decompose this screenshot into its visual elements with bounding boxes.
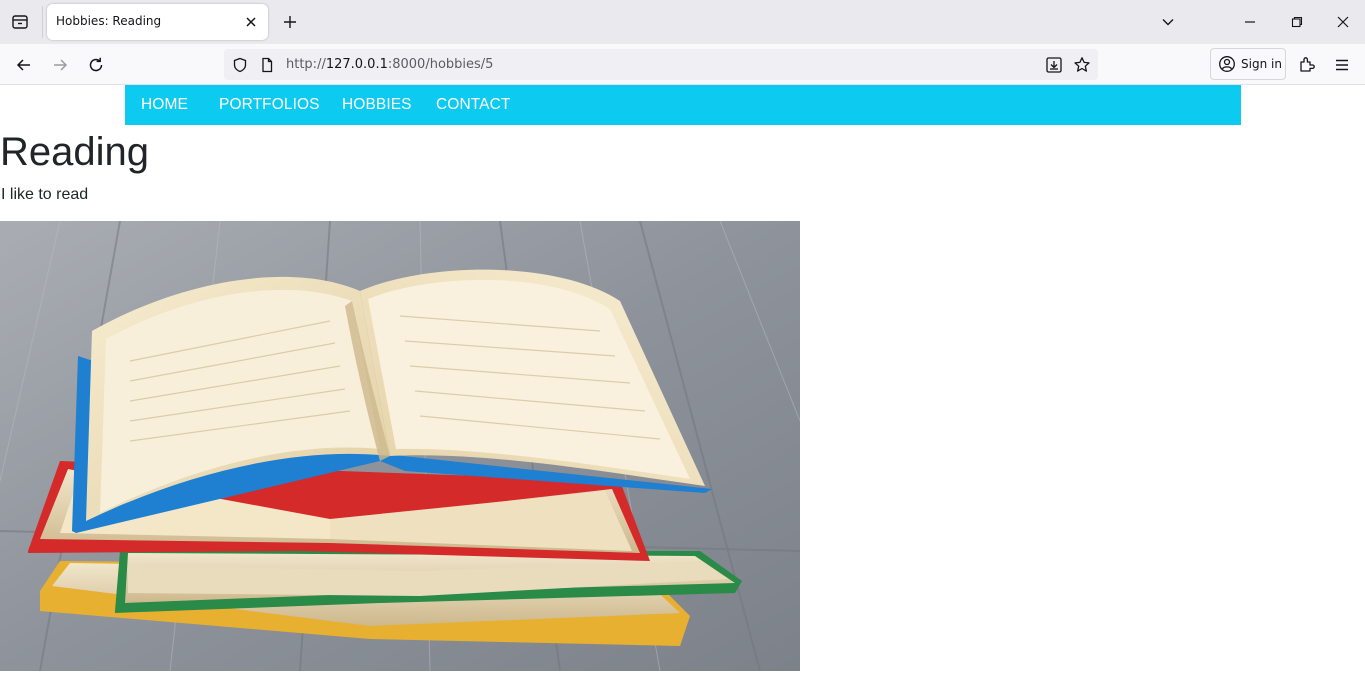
back-arrow-icon[interactable] [12, 53, 36, 77]
tab-list-icon[interactable] [8, 10, 32, 34]
site-navbar: HOME PORTFOLIOS HOBBIES CONTACT [125, 85, 1241, 125]
hobby-title: Reading [0, 130, 150, 174]
restore-icon[interactable] [1287, 12, 1307, 32]
reload-icon[interactable] [84, 53, 108, 77]
new-tab-plus-icon[interactable] [280, 12, 300, 32]
hobby-description: I like to read [1, 186, 89, 203]
list-all-tabs-chevron-icon[interactable] [1158, 12, 1178, 32]
shield-icon[interactable] [230, 55, 250, 75]
bookmark-star-icon[interactable] [1072, 55, 1092, 75]
nav-link-home[interactable]: HOME [141, 96, 188, 114]
save-to-pocket-icon[interactable] [1044, 55, 1064, 75]
address-bar[interactable]: http://127.0.0.1:8000/hobbies/5 [224, 49, 1098, 80]
account-icon [1219, 56, 1235, 72]
minimize-icon[interactable] [1240, 12, 1260, 32]
extensions-puzzle-icon[interactable] [1295, 53, 1319, 77]
browser-toolbar: http://127.0.0.1:8000/hobbies/5 Sign in [0, 44, 1365, 85]
tab-title: Hobbies: Reading [56, 14, 162, 28]
url-path: :8000/hobbies/5 [387, 57, 494, 72]
url-scheme: http:// [286, 57, 326, 72]
close-window-icon[interactable] [1333, 12, 1353, 32]
menu-hamburger-icon[interactable] [1330, 53, 1354, 77]
forward-arrow-icon[interactable] [48, 53, 72, 77]
tab-close-icon[interactable] [242, 13, 260, 31]
page-icon[interactable] [257, 55, 277, 75]
tab-separator [42, 6, 43, 38]
nav-link-hobbies[interactable]: HOBBIES [342, 96, 412, 114]
sign-in-label: Sign in [1241, 57, 1282, 71]
url-text[interactable]: http://127.0.0.1:8000/hobbies/5 [286, 57, 493, 72]
browser-tab-active[interactable]: Hobbies: Reading [47, 4, 268, 40]
nav-link-portfolios[interactable]: PORTFOLIOS [219, 96, 320, 114]
nav-link-contact[interactable]: CONTACT [436, 96, 510, 114]
stack-of-books-image [0, 221, 800, 671]
sign-in-button[interactable]: Sign in [1210, 48, 1286, 80]
tab-bar: Hobbies: Reading [0, 0, 1365, 44]
url-host: 127.0.0.1 [325, 57, 388, 72]
